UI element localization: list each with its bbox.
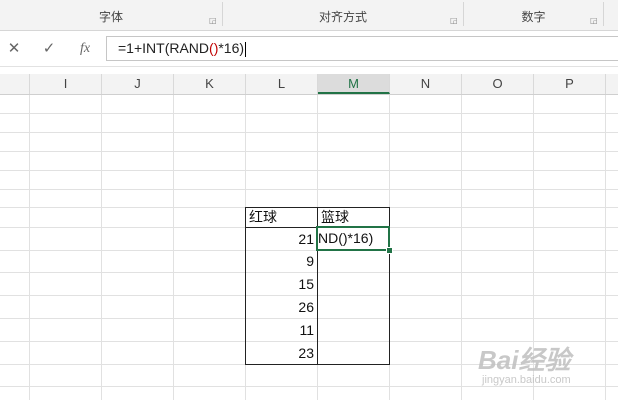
column-gridline — [605, 95, 606, 400]
formula-input[interactable]: =1+INT(RAND()*16) — [106, 36, 618, 61]
insert-function-button[interactable]: fx — [74, 39, 96, 59]
ribbon-group-number: 数字 ◲ — [464, 0, 603, 30]
ribbon-group-alignment-label: 对齐方式 — [318, 10, 367, 24]
watermark-logo: Bai经验 — [478, 345, 571, 375]
formula-text-paren: () — [209, 40, 219, 56]
fill-handle[interactable] — [386, 247, 393, 254]
text-caret — [245, 41, 247, 57]
cell-l-value[interactable]: 23 — [246, 342, 317, 364]
active-cell-editing-text[interactable]: ND()*16) — [318, 228, 388, 249]
column-header-row: I J K L M N O P — [0, 74, 618, 95]
formula-bar: ✕ ✓ fx =1+INT(RAND()*16) — [0, 31, 618, 67]
row-gridline — [0, 189, 618, 190]
column-header-j[interactable]: J — [102, 74, 174, 94]
column-header-partial[interactable] — [0, 74, 30, 94]
ribbon-group-number-label: 数字 — [521, 10, 546, 24]
column-gridline — [461, 95, 462, 400]
formula-text-after: *16) — [218, 40, 245, 56]
column-header-o[interactable]: O — [462, 74, 534, 94]
row-gridline — [0, 113, 618, 114]
worksheet-grid[interactable]: 红球 篮球 21 9 15 26 11 23 ND()*16) Bai经验 ji… — [0, 95, 618, 400]
ribbon-bar: 字体 ◲ 对齐方式 ◲ 数字 ◲ — [0, 0, 618, 31]
enter-icon[interactable]: ✓ — [38, 39, 60, 59]
column-gridline — [173, 95, 174, 400]
number-dialog-launcher-icon[interactable]: ◲ — [590, 17, 598, 25]
row-gridline — [0, 132, 618, 133]
ribbon-separator — [603, 2, 604, 26]
font-dialog-launcher-icon[interactable]: ◲ — [209, 17, 217, 25]
row-gridline — [0, 151, 618, 152]
column-header-l[interactable]: L — [246, 74, 318, 94]
cell-l-value[interactable]: 9 — [246, 251, 317, 272]
cell-l-value[interactable]: 21 — [246, 228, 317, 250]
column-header-i[interactable]: I — [30, 74, 102, 94]
cell-l-value[interactable]: 11 — [246, 319, 317, 341]
watermark-url: jingyan.baidu.com — [482, 374, 571, 386]
column-header-m[interactable]: M — [318, 74, 390, 94]
column-gridline — [29, 95, 30, 400]
cell-l-value[interactable]: 26 — [246, 296, 317, 318]
column-gridline — [101, 95, 102, 400]
ribbon-group-font-label: 字体 — [98, 10, 123, 24]
row-gridline — [0, 170, 618, 171]
cell-l-header[interactable]: 红球 — [246, 208, 317, 227]
row-gridline — [0, 386, 618, 387]
cell-m-header[interactable]: 篮球 — [318, 208, 389, 227]
cell-l-value[interactable]: 15 — [246, 273, 317, 295]
formula-text-before: =1+INT(RAND — [118, 40, 210, 56]
ribbon-group-font: 字体 ◲ — [0, 0, 222, 30]
alignment-dialog-launcher-icon[interactable]: ◲ — [450, 17, 458, 25]
ribbon-group-alignment: 对齐方式 ◲ — [223, 0, 463, 30]
column-header-k[interactable]: K — [174, 74, 246, 94]
column-header-p[interactable]: P — [534, 74, 606, 94]
column-header-n[interactable]: N — [390, 74, 462, 94]
cancel-icon[interactable]: ✕ — [3, 39, 25, 59]
